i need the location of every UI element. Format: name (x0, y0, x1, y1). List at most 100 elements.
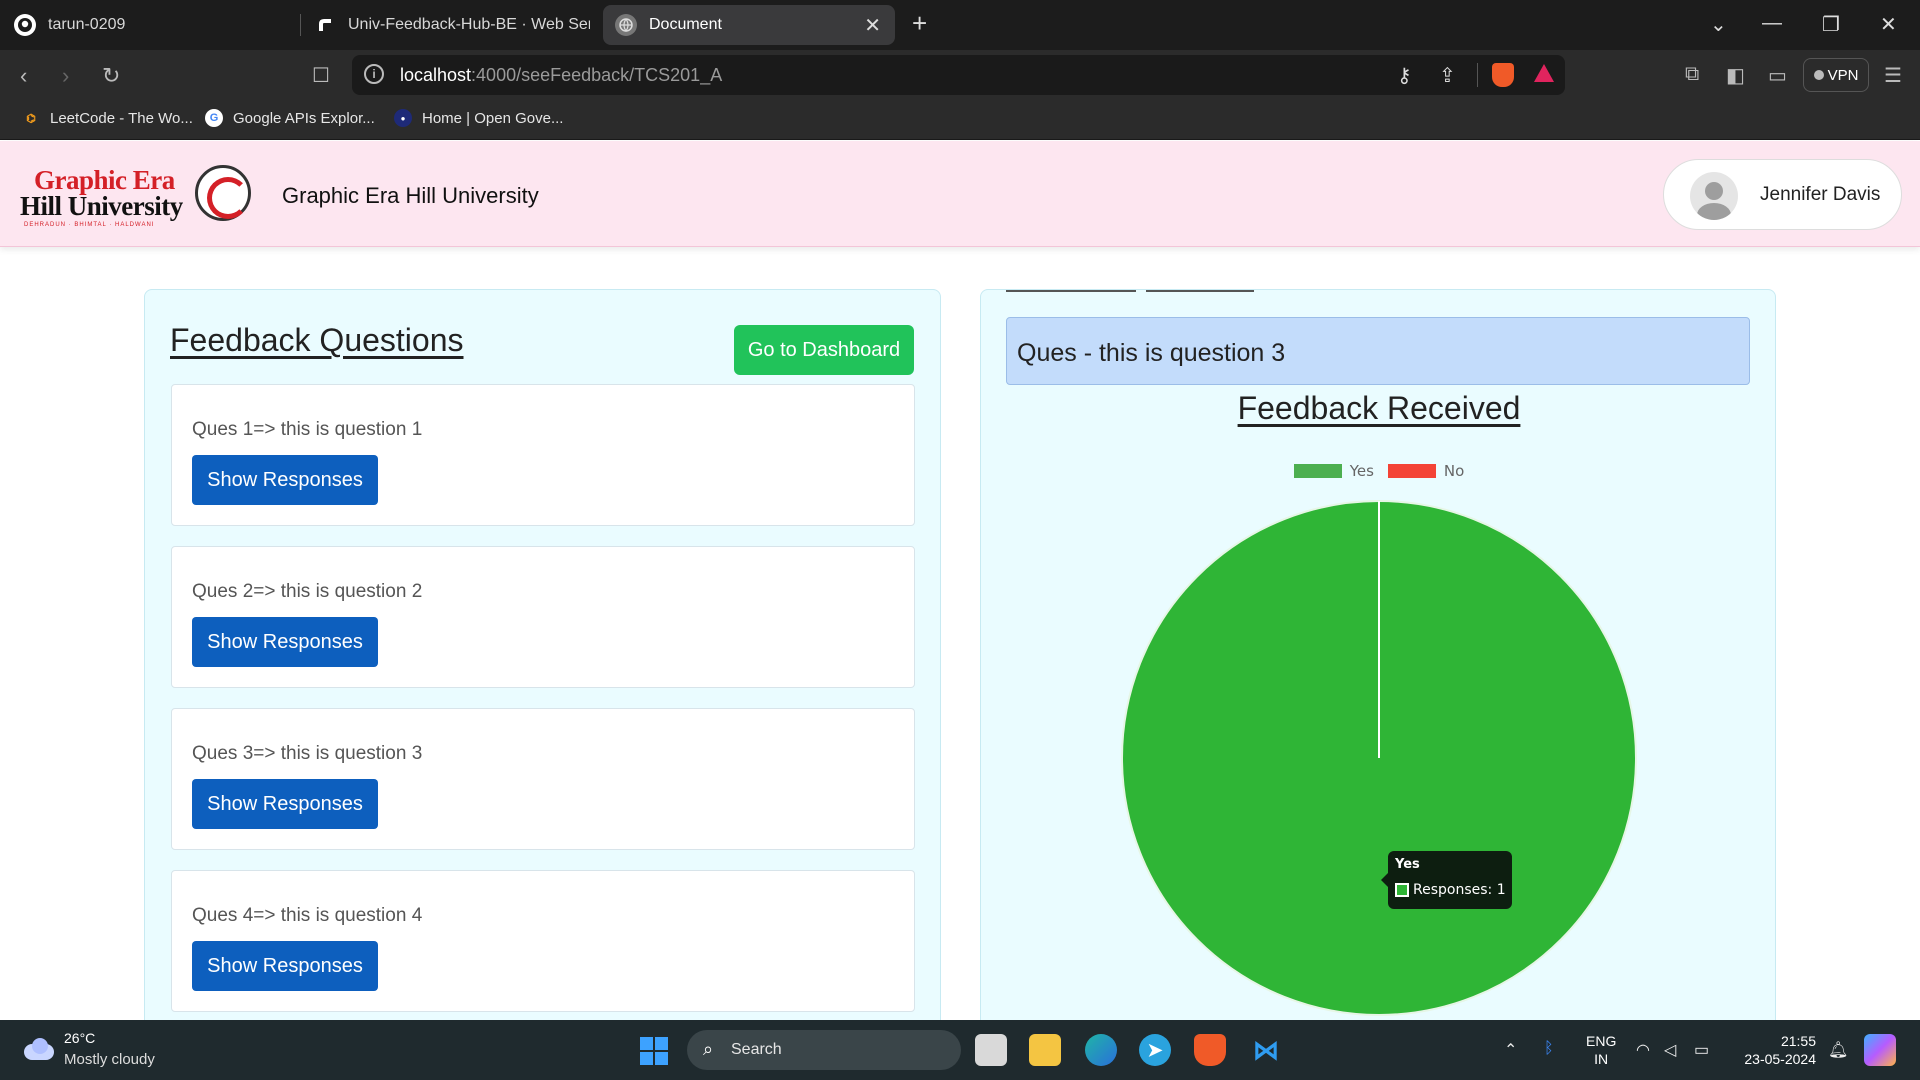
question-text: Ques 3=> this is question 3 (192, 743, 423, 764)
taskbar: 26°C Mostly cloudy ⌕ Search ➤ ⋈ ⌃ ᛒ ENG … (0, 1020, 1920, 1080)
notifications-icon[interactable]: 🔔︎ (1828, 1040, 1848, 1060)
avatar (1690, 172, 1738, 220)
browser-toolbar: ‹ › ↻ ☐ i localhost:4000/seeFeedback/TCS… (0, 50, 1920, 100)
copilot-icon[interactable] (1864, 1034, 1896, 1066)
telegram-icon[interactable]: ➤ (1139, 1034, 1171, 1066)
legend-swatch-no (1387, 464, 1436, 478)
close-tab-icon[interactable]: ✕ (864, 13, 881, 38)
restore-icon[interactable]: ❐ (1822, 12, 1840, 37)
url-text[interactable]: localhost:4000/seeFeedback/TCS201_A (400, 65, 722, 86)
share-icon[interactable]: ⇪ (1439, 63, 1456, 88)
feedback-received-panel[interactable]: Ques - this is question 3 Feedback Recei… (980, 289, 1776, 1069)
reload-icon[interactable]: ↻ (102, 63, 120, 89)
volume-icon[interactable]: ◁ (1664, 1040, 1676, 1060)
sidebar-icon[interactable]: ◧ (1726, 63, 1745, 88)
pie-chart[interactable] (981, 485, 1776, 1069)
new-tab-icon[interactable]: + (912, 8, 927, 39)
legend-item-yes[interactable]: Yes (1293, 462, 1374, 480)
question-text: Ques 2=> this is question 2 (192, 581, 423, 602)
question-card: Ques 3=> this is question 3 Show Respons… (171, 708, 915, 850)
university-logo[interactable]: Graphic Era Hill University DEHRADUN · B… (20, 163, 252, 228)
language-indicator[interactable]: ENG IN (1586, 1032, 1616, 1068)
search-icon: ⌕ (703, 1039, 714, 1059)
extensions-icon[interactable]: ⧉ (1685, 63, 1699, 86)
tab-document[interactable]: Document ✕ (603, 5, 895, 45)
leetcode-icon: ⌬ (26, 112, 36, 125)
browser-tab-bar: tarun-0209 Univ-Feedback-Hub-BE · Web Se… (0, 0, 1920, 50)
battery-icon[interactable]: ▭ (1694, 1040, 1709, 1060)
windows-start-icon[interactable] (640, 1037, 668, 1065)
back-icon[interactable]: ‹ (20, 63, 27, 89)
bookmark-open-gov[interactable]: ● Home | Open Gove... (394, 109, 563, 127)
bluetooth-icon[interactable]: ᛒ (1544, 1040, 1554, 1058)
tab-search-chevron-icon[interactable]: ⌄ (1710, 12, 1727, 37)
brave-shields-icon[interactable] (1492, 63, 1514, 87)
user-profile-button[interactable]: Jennifer Davis (1663, 159, 1902, 230)
show-hidden-icons-icon[interactable]: ⌃ (1504, 1040, 1517, 1060)
url-host: localhost (400, 65, 472, 85)
bookmark-icon[interactable]: ☐ (312, 63, 330, 88)
legend-swatch-yes (1293, 464, 1342, 478)
legend-label-no: No (1443, 462, 1465, 480)
legend-label-yes: Yes (1349, 462, 1374, 480)
address-bar[interactable]: i localhost:4000/seeFeedback/TCS201_A ⚷ … (352, 55, 1565, 95)
task-view-icon[interactable] (975, 1034, 1007, 1066)
brave-browser-icon[interactable] (1194, 1034, 1226, 1066)
google-icon: G (205, 109, 223, 127)
address-divider (1477, 63, 1478, 87)
menu-icon[interactable]: ☰ (1884, 63, 1902, 88)
cloudy-icon (24, 1038, 54, 1060)
bookmark-leetcode[interactable]: ⌬ LeetCode - The Wo... (22, 109, 193, 127)
site-title: Graphic Era Hill University (282, 183, 539, 208)
legend-item-no[interactable]: No (1387, 462, 1465, 480)
bookmark-google-apis[interactable]: G Google APIs Explor... (205, 109, 375, 127)
clock-date: 23-05-2024 (1744, 1051, 1816, 1067)
question-text: Ques 4=> this is question 4 (192, 905, 423, 926)
close-window-icon[interactable]: ✕ (1880, 12, 1897, 37)
show-responses-button[interactable]: Show Responses (192, 455, 378, 505)
minimize-icon[interactable]: — (1762, 12, 1782, 35)
question-text: Ques 1=> this is question 1 (192, 419, 423, 440)
vscode-icon[interactable]: ⋈ (1250, 1034, 1282, 1066)
system-clock[interactable]: 21:55 23-05-2024 (1738, 1032, 1816, 1068)
selected-question-box: Ques - this is question 3 (1006, 317, 1750, 385)
globe-icon (615, 14, 637, 36)
bookmark-label: Home | Open Gove... (422, 109, 564, 127)
brave-rewards-icon[interactable] (1534, 64, 1554, 82)
show-responses-button[interactable]: Show Responses (192, 779, 378, 829)
feedback-questions-title: Feedback Questions (170, 322, 464, 358)
key-icon[interactable]: ⚷ (1397, 63, 1412, 88)
feedback-received-title: Feedback Received (981, 390, 1775, 427)
file-explorer-icon[interactable] (1029, 1034, 1061, 1066)
tab-label: Document (649, 16, 722, 33)
wallet-icon[interactable]: ▭ (1768, 63, 1787, 88)
tab-render[interactable]: Univ-Feedback-Hub-BE · Web Servic (314, 5, 590, 45)
tab-label: Univ-Feedback-Hub-BE · Web Servic (348, 16, 590, 33)
render-icon (314, 14, 336, 36)
bookmark-label: Google APIs Explor... (233, 109, 375, 127)
github-icon (14, 14, 36, 36)
vpn-button[interactable]: VPN (1803, 58, 1869, 92)
question-card: Ques 2=> this is question 2 Show Respons… (171, 546, 915, 688)
user-name: Jennifer Davis (1760, 184, 1881, 205)
go-to-dashboard-button[interactable]: Go to Dashboard (734, 325, 914, 375)
tab-github[interactable]: tarun-0209 (14, 5, 294, 45)
selected-question-text: Ques - this is question 3 (1017, 339, 1286, 367)
tab-divider (300, 14, 301, 36)
region-code: IN (1594, 1051, 1609, 1067)
chart-legend: Yes No (981, 462, 1775, 480)
vpn-status-icon (1813, 70, 1824, 80)
tooltip-title: Yes (1395, 857, 1420, 872)
tab-label: tarun-0209 (48, 16, 126, 33)
forward-icon[interactable]: › (62, 63, 69, 89)
weather-description: Mostly cloudy (64, 1051, 155, 1068)
search-placeholder: Search (731, 1041, 782, 1058)
show-responses-button[interactable]: Show Responses (192, 617, 378, 667)
site-info-icon[interactable]: i (364, 64, 384, 84)
show-responses-button[interactable]: Show Responses (192, 941, 378, 991)
wifi-icon[interactable]: ◠ (1636, 1040, 1650, 1060)
vpn-label: VPN (1827, 66, 1859, 84)
edge-icon[interactable] (1085, 1034, 1117, 1066)
taskbar-search[interactable]: ⌕ Search (687, 1030, 961, 1070)
url-path: :4000/seeFeedback/TCS201_A (471, 65, 723, 85)
